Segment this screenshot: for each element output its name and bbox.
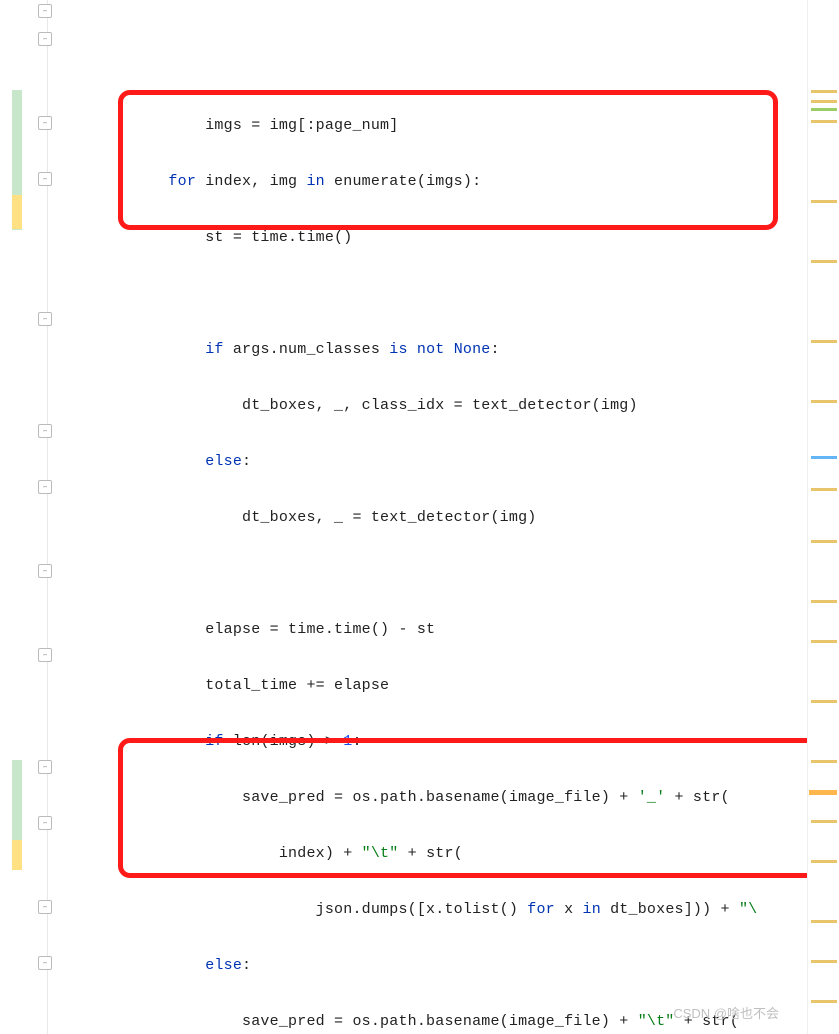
minimap-marker [811,1000,837,1003]
minimap-marker [809,790,837,795]
code-line: elapse = time.time() - st [52,616,807,644]
code-line: for index, img in enumerate(imgs): [52,168,807,196]
code-line: dt_boxes, _ = text_detector(img) [52,504,807,532]
code-editor: – – – – – – – – – – – – – imgs = img[:pa… [0,0,839,1034]
minimap-marker [811,640,837,643]
code-line: if len(imgs) > 1: [52,728,807,756]
code-line: else: [52,448,807,476]
minimap-marker [811,90,837,93]
code-line: imgs = img[:page_num] [52,112,807,140]
minimap-marker [811,860,837,863]
code-line: else: [52,952,807,980]
change-marker [12,195,22,229]
minimap-marker [811,960,837,963]
minimap-marker [811,820,837,823]
code-line: st = time.time() [52,224,807,252]
code-line: if args.num_classes is not None: [52,336,807,364]
gutter: – – – – – – – – – – – – – [0,0,48,1034]
minimap-marker [811,456,837,459]
minimap-marker [811,120,837,123]
minimap-marker [811,260,837,263]
minimap-marker [811,700,837,703]
minimap-marker [811,760,837,763]
minimap-marker [811,340,837,343]
change-marker [12,840,22,870]
code-line: index) + "\t" + str( [52,840,807,868]
code-line: json.dumps([x.tolist() for x in dt_boxes… [52,896,807,924]
minimap-marker [811,400,837,403]
minimap-marker [811,488,837,491]
code-line: dt_boxes, _, class_idx = text_detector(i… [52,392,807,420]
minimap-overview[interactable] [807,0,839,1034]
watermark: CSDN @啥也不会 [673,1000,779,1028]
code-line [52,280,807,308]
minimap-marker [811,540,837,543]
minimap-marker [811,108,837,111]
code-area[interactable]: imgs = img[:page_num] for index, img in … [48,0,807,1034]
minimap-marker [811,600,837,603]
code-line [52,560,807,588]
minimap-marker [811,200,837,203]
code-line: total_time += elapse [52,672,807,700]
highlight-box [118,90,778,230]
minimap-marker [811,920,837,923]
change-marker [12,760,22,840]
code-line: save_pred = os.path.basename(image_file)… [52,784,807,812]
minimap-marker [811,100,837,103]
